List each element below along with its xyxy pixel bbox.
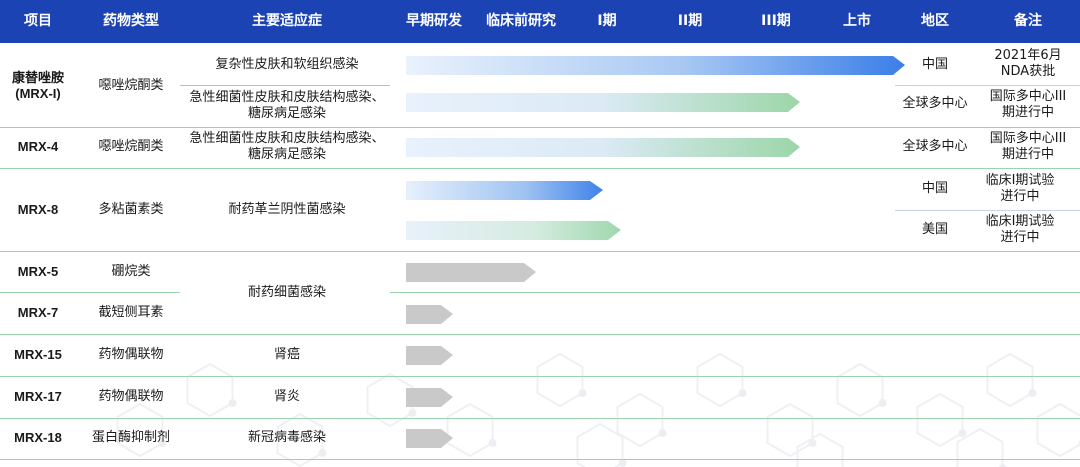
progress-bar-mrx15 bbox=[406, 346, 453, 365]
progress-bar-mrx5 bbox=[406, 263, 536, 282]
progress-bar-mrx8-china bbox=[406, 181, 603, 200]
progress-bar-mrx1-china bbox=[406, 56, 905, 75]
progress-bar-mrx7 bbox=[406, 305, 453, 324]
progress-bar-mrx1-global bbox=[406, 93, 800, 112]
progress-bar-mrx4-global bbox=[406, 138, 800, 157]
progress-bar-mrx17 bbox=[406, 388, 453, 407]
pipeline-bars bbox=[406, 56, 905, 448]
progress-bar-mrx18 bbox=[406, 429, 453, 448]
progress-bar-mrx8-usa bbox=[406, 221, 621, 240]
